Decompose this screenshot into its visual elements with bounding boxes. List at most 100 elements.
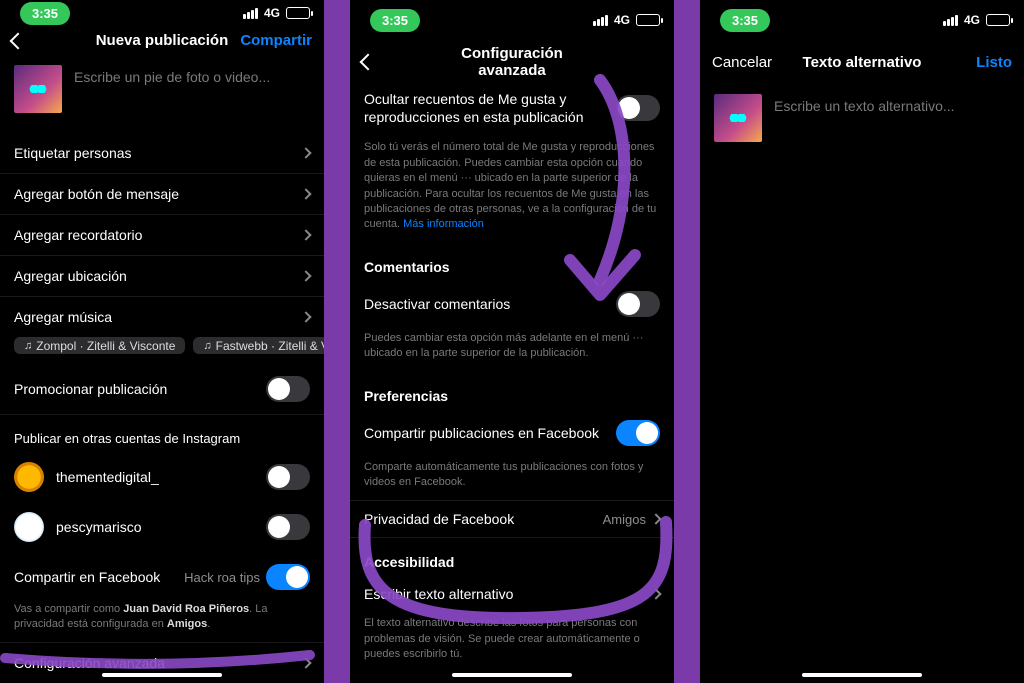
page-title: Texto alternativo bbox=[792, 54, 932, 71]
music-chips: ♫Zompol · Zitelli & Visconte ♫ Fastwebb ·… bbox=[0, 337, 324, 364]
row-label: Etiquetar personas bbox=[14, 145, 302, 161]
facebook-privacy-row[interactable]: Privacidad de Facebook Amigos bbox=[350, 500, 674, 538]
tag-people-row[interactable]: Etiquetar personas bbox=[0, 133, 324, 174]
row-label: Compartir en Facebook bbox=[14, 569, 184, 585]
back-icon[interactable] bbox=[360, 54, 377, 71]
status-bar: 3:35 4G bbox=[0, 0, 324, 26]
preferences-heading: Preferencias bbox=[350, 372, 674, 410]
row-label: Privacidad de Facebook bbox=[364, 511, 603, 527]
disable-comments-row: Desactivar comentarios bbox=[350, 281, 674, 327]
row-label: Promocionar publicación bbox=[14, 381, 266, 397]
post-thumbnail[interactable] bbox=[14, 65, 62, 113]
share-fb-row: Compartir publicaciones en Facebook bbox=[350, 410, 674, 456]
music-note-icon: ♫ bbox=[24, 340, 32, 352]
row-label: Ocultar recuentos de Me gusta y reproduc… bbox=[364, 90, 616, 126]
row-label: Compartir publicaciones en Facebook bbox=[364, 425, 616, 441]
alt-text-row[interactable]: Escribe un texto alternativo... bbox=[700, 84, 1024, 162]
network-label: 4G bbox=[614, 13, 630, 27]
post-thumbnail[interactable] bbox=[714, 94, 762, 142]
hide-likes-note: Solo tú verás el número total de Me gust… bbox=[350, 136, 674, 242]
row-label: Agregar ubicación bbox=[14, 268, 302, 284]
music-note-icon: ♫ bbox=[203, 340, 211, 352]
row-label: Agregar recordatorio bbox=[14, 227, 302, 243]
time-pill: 3:35 bbox=[720, 9, 770, 32]
comments-note: Puedes cambiar esta opción más adelante … bbox=[350, 327, 674, 372]
screen-alt-text: 3:35 4G Cancelar Texto alternativo Listo… bbox=[700, 0, 1024, 683]
row-label: Escribir texto alternativo bbox=[364, 586, 652, 602]
account-row: thementedigital_ bbox=[0, 452, 324, 502]
status-bar: 3:35 4G bbox=[350, 0, 674, 40]
add-message-button-row[interactable]: Agregar botón de mensaje bbox=[0, 174, 324, 215]
add-reminder-row[interactable]: Agregar recordatorio bbox=[0, 215, 324, 256]
share-button[interactable]: Compartir bbox=[240, 32, 312, 49]
navbar: Cancelar Texto alternativo Listo bbox=[700, 40, 1024, 84]
signal-icon bbox=[243, 8, 258, 19]
chevron-right-icon bbox=[300, 657, 311, 668]
page-title: Nueva publicación bbox=[92, 32, 232, 49]
row-label: Agregar música bbox=[14, 309, 302, 325]
account-row: pescymarisco bbox=[0, 502, 324, 552]
share-facebook-value: Hack roa tips bbox=[184, 570, 260, 585]
facebook-note: Vas a compartir como Juan David Roa Piñe… bbox=[0, 602, 324, 642]
time-pill: 3:35 bbox=[370, 9, 420, 32]
promote-row: Promocionar publicación bbox=[0, 364, 324, 415]
page-title: Configuración avanzada bbox=[442, 45, 582, 79]
other-accounts-heading: Publicar en otras cuentas de Instagram bbox=[0, 415, 324, 452]
chevron-right-icon bbox=[650, 514, 661, 525]
add-music-row[interactable]: Agregar música bbox=[0, 297, 324, 337]
signal-icon bbox=[593, 15, 608, 26]
alt-text-input[interactable]: Escribe un texto alternativo... bbox=[774, 94, 955, 114]
network-label: 4G bbox=[964, 13, 980, 27]
share-fb-toggle[interactable] bbox=[616, 420, 660, 446]
account-toggle[interactable] bbox=[266, 514, 310, 540]
account-name: thementedigital_ bbox=[56, 469, 254, 485]
caption-row[interactable]: Escribe un pie de foto o video... bbox=[0, 55, 324, 133]
music-chip[interactable]: ♫Zompol · Zitelli & Visconte bbox=[14, 337, 185, 354]
navbar: Configuración avanzada bbox=[350, 40, 674, 84]
signal-icon bbox=[943, 15, 958, 26]
more-info-link[interactable]: Más información bbox=[403, 218, 484, 230]
share-fb-note: Comparte automáticamente tus publicacion… bbox=[350, 456, 674, 501]
home-indicator bbox=[102, 673, 222, 677]
alt-text-note: El texto alternativo describe las fotos … bbox=[350, 612, 674, 672]
row-label: Desactivar comentarios bbox=[364, 296, 616, 312]
chevron-right-icon bbox=[300, 312, 311, 323]
chevron-right-icon bbox=[300, 148, 311, 159]
account-name: pescymarisco bbox=[56, 519, 254, 535]
battery-icon bbox=[986, 14, 1010, 26]
chevron-right-icon bbox=[300, 271, 311, 282]
network-label: 4G bbox=[264, 6, 280, 20]
hide-likes-toggle[interactable] bbox=[616, 95, 660, 121]
chevron-right-icon bbox=[300, 230, 311, 241]
screen-advanced-settings: 3:35 4G Configuración avanzada Ocultar r… bbox=[350, 0, 674, 683]
share-facebook-row: Compartir en Facebook Hack roa tips bbox=[0, 552, 324, 602]
add-location-row[interactable]: Agregar ubicación bbox=[0, 256, 324, 297]
avatar bbox=[14, 512, 44, 542]
disable-comments-toggle[interactable] bbox=[616, 291, 660, 317]
comments-heading: Comentarios bbox=[350, 243, 674, 281]
avatar bbox=[14, 462, 44, 492]
navbar: Nueva publicación Compartir bbox=[0, 26, 324, 55]
promote-toggle[interactable] bbox=[266, 376, 310, 402]
time-pill: 3:35 bbox=[20, 2, 70, 25]
home-indicator bbox=[802, 673, 922, 677]
caption-input[interactable]: Escribe un pie de foto o video... bbox=[74, 65, 270, 85]
back-icon[interactable] bbox=[10, 32, 27, 49]
status-bar: 3:35 4G bbox=[700, 0, 1024, 40]
battery-icon bbox=[636, 14, 660, 26]
share-facebook-toggle[interactable] bbox=[266, 564, 310, 590]
done-button[interactable]: Listo bbox=[976, 54, 1012, 71]
hide-likes-row: Ocultar recuentos de Me gusta y reproduc… bbox=[350, 84, 674, 136]
battery-icon bbox=[286, 7, 310, 19]
accessibility-heading: Accesibilidad bbox=[350, 538, 674, 576]
music-chip[interactable]: ♫ Fastwebb · Zitelli & Visc bbox=[193, 337, 324, 354]
account-toggle[interactable] bbox=[266, 464, 310, 490]
fb-privacy-value: Amigos bbox=[603, 512, 646, 527]
write-alt-text-row[interactable]: Escribir texto alternativo bbox=[350, 576, 674, 612]
row-label: Agregar botón de mensaje bbox=[14, 186, 302, 202]
chip-label: Fastwebb · Zitelli & Visc bbox=[216, 339, 324, 353]
chevron-right-icon bbox=[300, 189, 311, 200]
chevron-right-icon bbox=[650, 589, 661, 600]
screen-new-post: 3:35 4G Nueva publicación Compartir Escr… bbox=[0, 0, 324, 683]
cancel-button[interactable]: Cancelar bbox=[712, 54, 772, 71]
